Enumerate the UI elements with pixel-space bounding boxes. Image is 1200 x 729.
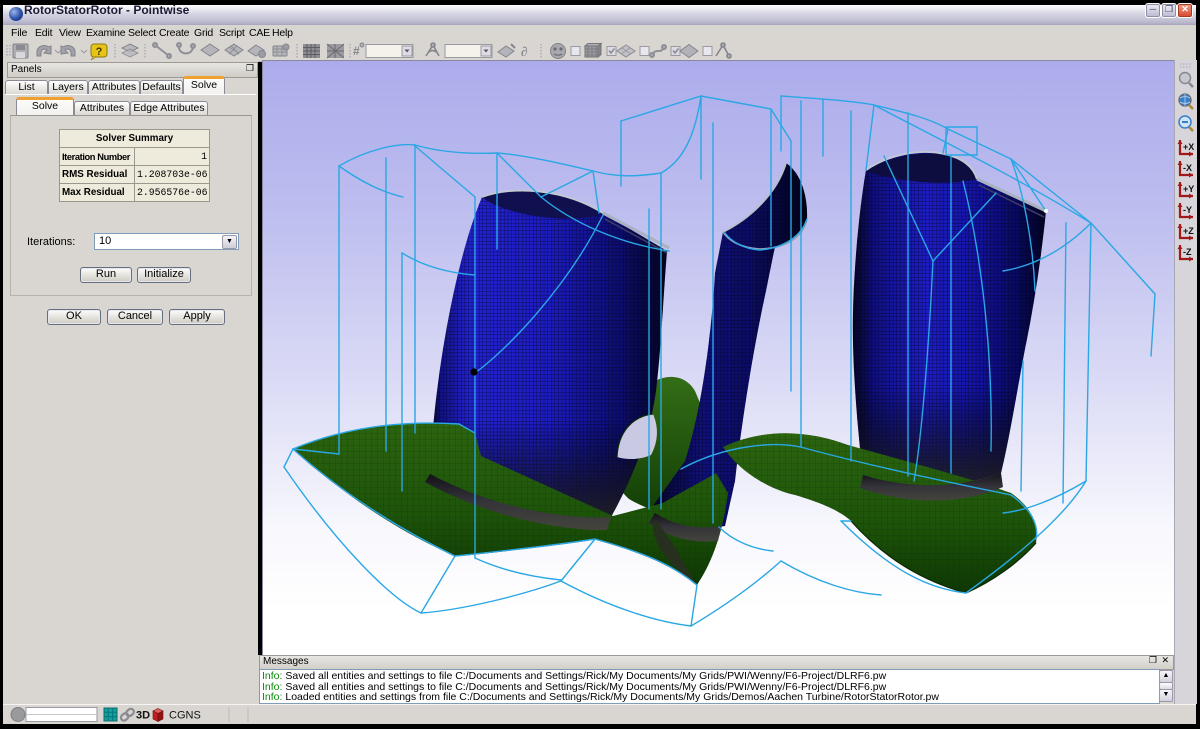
svg-text:+Z: +Z bbox=[1183, 226, 1194, 236]
svg-text:#: # bbox=[353, 44, 360, 58]
svg-text:-X: -X bbox=[1183, 163, 1192, 173]
svg-text:∂: ∂ bbox=[521, 44, 527, 59]
svg-text:?: ? bbox=[96, 46, 103, 58]
svg-text:+Y: +Y bbox=[1183, 184, 1194, 194]
svg-text:3D: 3D bbox=[136, 710, 150, 722]
svg-text:-Z: -Z bbox=[1183, 247, 1192, 257]
svg-text:CGNS: CGNS bbox=[169, 710, 201, 722]
svg-text:+X: +X bbox=[1183, 142, 1194, 152]
svg-text:-Y: -Y bbox=[1183, 205, 1192, 215]
